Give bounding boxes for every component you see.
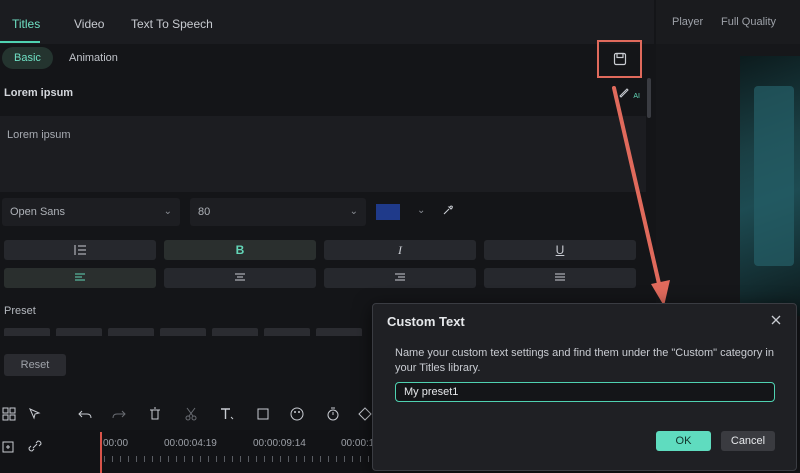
align-center-button[interactable] <box>164 268 316 288</box>
chevron-down-icon: ⌄ <box>163 206 172 217</box>
preset-swatch[interactable] <box>264 328 310 336</box>
align-left-icon <box>75 273 85 281</box>
font-color-swatch[interactable] <box>376 204 400 220</box>
timeline-ticks <box>104 456 372 462</box>
chevron-down-icon: ⌄ <box>349 206 358 217</box>
close-icon[interactable] <box>768 312 784 328</box>
timecode-1: 00:00:04:19 <box>164 438 217 449</box>
preset-swatch[interactable] <box>56 328 102 336</box>
undo-icon[interactable] <box>76 405 94 423</box>
preset-swatch[interactable] <box>316 328 362 336</box>
reset-button[interactable]: Reset <box>4 354 66 376</box>
preset-name-input[interactable] <box>395 382 775 402</box>
panel-scrollbar[interactable] <box>647 78 651 118</box>
align-center-icon <box>235 273 245 281</box>
bold-button[interactable]: B <box>164 240 316 260</box>
timeline-ruler[interactable] <box>0 430 372 473</box>
italic-button[interactable]: I <box>324 240 476 260</box>
font-family-value: Open Sans <box>10 206 66 218</box>
select-cursor-icon[interactable] <box>26 405 44 423</box>
line-spacing-icon <box>74 245 86 255</box>
align-justify-button[interactable] <box>484 268 636 288</box>
link-icon[interactable] <box>26 437 44 455</box>
top-tab-bar: Titles Video Text To Speech <box>0 0 654 44</box>
grid-icon[interactable] <box>0 405 18 423</box>
text-input-area[interactable]: Lorem ipsum <box>0 116 646 192</box>
preset-label: Preset <box>4 305 36 317</box>
preset-swatch[interactable] <box>212 328 258 336</box>
align-right-icon <box>395 273 405 281</box>
font-size-dropdown[interactable]: 80 ⌄ <box>190 198 366 226</box>
player-label: Player <box>672 16 704 28</box>
save-preset-button[interactable] <box>597 40 642 78</box>
paragraph-spacing-button[interactable] <box>4 240 156 260</box>
eyedropper-icon[interactable] <box>442 204 454 219</box>
underline-button[interactable]: U <box>484 240 636 260</box>
speed-timer-icon[interactable] <box>324 405 342 423</box>
subtab-basic[interactable]: Basic <box>2 47 53 69</box>
tab-titles[interactable]: Titles <box>12 17 40 31</box>
timecode-2: 00:00:09:14 <box>253 438 306 449</box>
font-family-dropdown[interactable]: Open Sans ⌄ <box>2 198 180 226</box>
align-justify-icon <box>555 273 565 281</box>
text-tool-icon[interactable] <box>218 405 236 423</box>
color-palette-icon[interactable] <box>288 405 306 423</box>
preset-swatches <box>0 328 370 336</box>
text-title: Lorem ipsum <box>4 87 74 99</box>
timecode-0: 00:00 <box>103 438 129 449</box>
add-track-icon[interactable] <box>0 437 18 455</box>
font-size-value: 80 <box>198 206 211 218</box>
crop-icon[interactable] <box>254 405 272 423</box>
timecode-3: 00:00:1 <box>341 438 375 449</box>
tab-video[interactable]: Video <box>74 17 104 31</box>
cut-icon[interactable] <box>182 405 200 423</box>
save-icon <box>613 52 626 66</box>
playhead[interactable] <box>100 432 102 473</box>
active-tab-indicator <box>0 41 40 43</box>
text-title-row: Lorem ipsum AI <box>0 82 647 106</box>
tab-text-to-speech[interactable]: Text To Speech <box>131 17 213 31</box>
player-header: Player Full Quality <box>656 0 800 44</box>
dialog-title: Custom Text <box>387 314 465 329</box>
chevron-down-icon[interactable]: ⌄ <box>417 205 425 216</box>
custom-text-dialog: Custom Text Name your custom text settin… <box>372 303 797 471</box>
preset-swatch[interactable] <box>4 328 50 336</box>
preset-swatch[interactable] <box>160 328 206 336</box>
ai-pen-icon <box>619 88 629 98</box>
preset-swatch[interactable] <box>108 328 154 336</box>
delete-icon[interactable] <box>146 405 164 423</box>
cancel-button[interactable]: Cancel <box>721 431 775 451</box>
dialog-message: Name your custom text settings and find … <box>395 347 774 374</box>
video-preview <box>740 56 800 316</box>
text-body: Lorem ipsum <box>7 129 71 141</box>
preview-subject <box>754 86 794 266</box>
subtab-animation[interactable]: Animation <box>57 47 130 69</box>
ai-badge: AI <box>633 93 640 100</box>
align-left-button[interactable] <box>4 268 156 288</box>
quality-selector[interactable]: Full Quality <box>721 16 776 28</box>
ai-edit-button[interactable]: AI <box>618 86 640 101</box>
align-right-button[interactable] <box>324 268 476 288</box>
redo-icon[interactable] <box>110 405 128 423</box>
ok-button[interactable]: OK <box>656 431 711 451</box>
